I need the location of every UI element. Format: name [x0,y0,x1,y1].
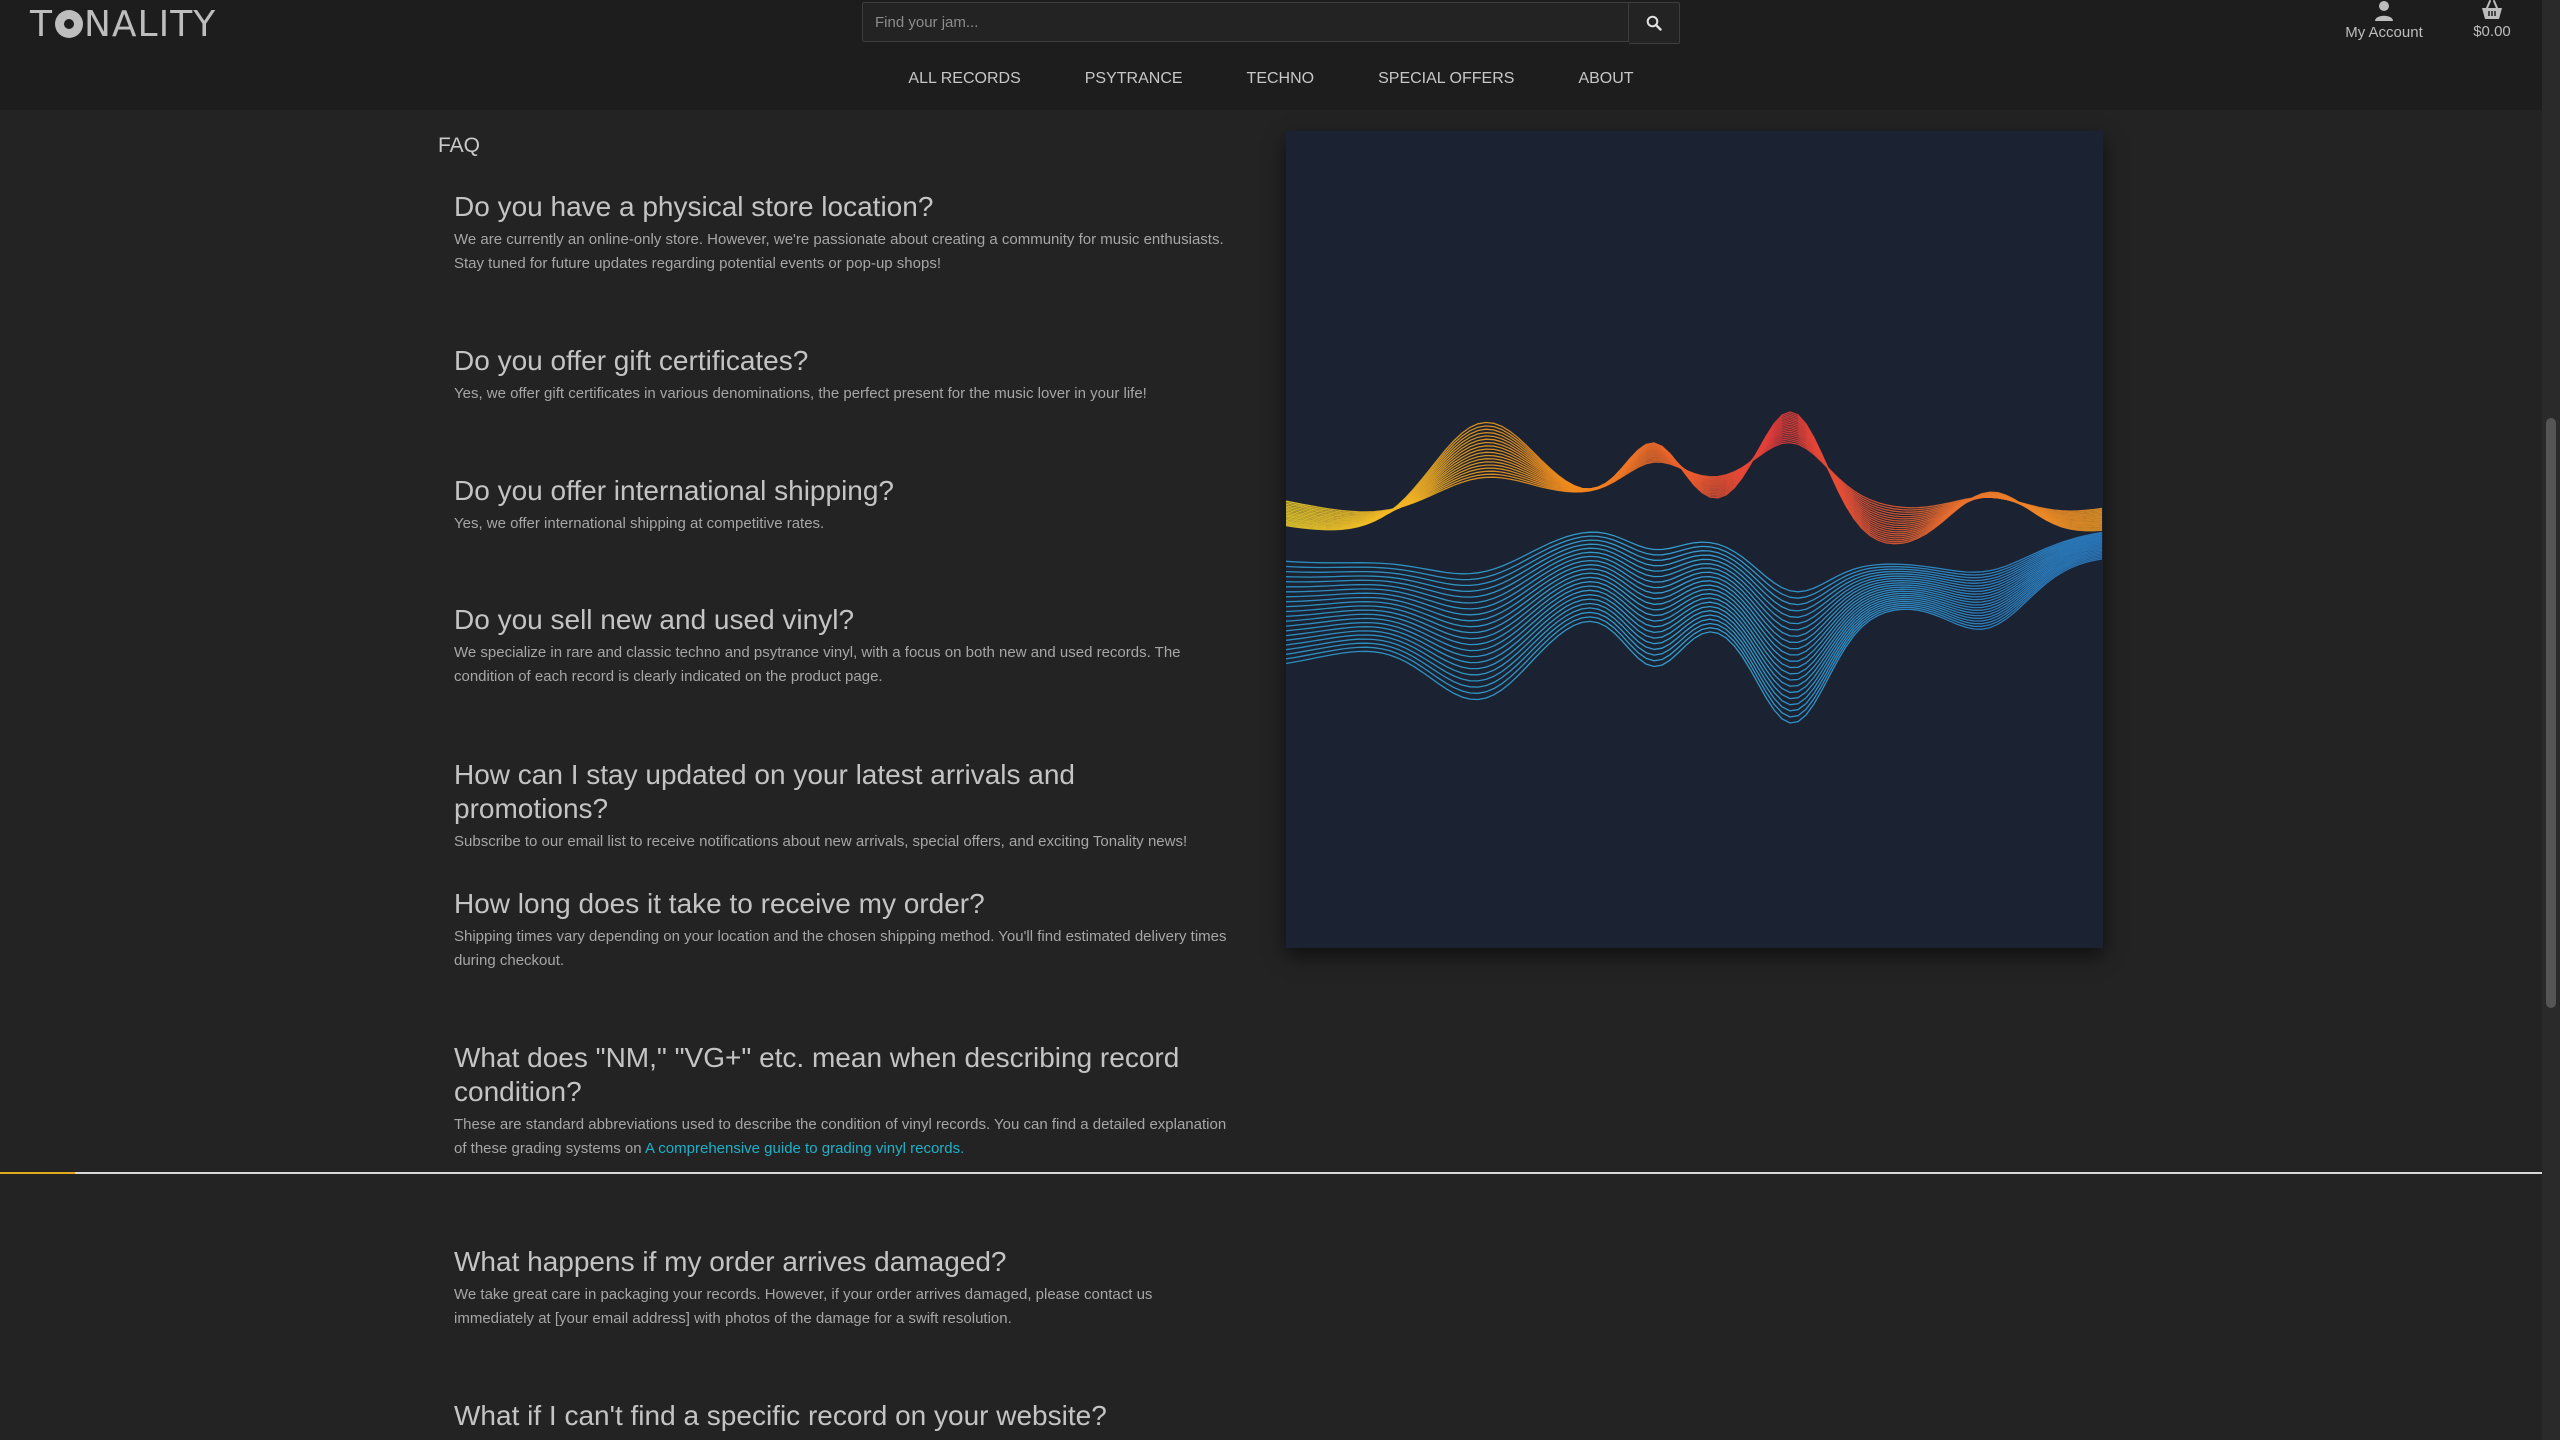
page-title: FAQ [438,134,481,157]
faq-answer: We are currently an online-only store. H… [454,231,1224,272]
nav-psytrance[interactable]: PSYTRANCE [1053,70,1215,94]
faq-item: Do you offer gift certificates? Yes, we … [454,344,1234,474]
faq-answer: Yes, we offer international shipping at … [454,515,825,532]
my-account-link[interactable]: My Account [2334,0,2434,48]
progress-accent [0,1172,75,1174]
faq-item: How long does it take to receive my orde… [454,887,1234,1041]
faq-question: Do you have a physical store location? [454,191,934,222]
nav-techno[interactable]: TECHNO [1215,70,1347,94]
faq-answer: We specialize in rare and classic techno… [454,644,1181,685]
nav-all-records[interactable]: ALL RECORDS [876,70,1052,94]
faq-item: How can I stay updated on your latest ar… [454,758,1234,887]
user-icon [2375,1,2393,21]
wave-line-warm [1285,426,2103,527]
wave-line-cool [1285,548,2103,681]
logo-text-end: NALITY [84,3,217,45]
faq-answer: These are standard abbreviations used to… [454,1113,1234,1161]
faq-question: How can I stay updated on your latest ar… [454,759,1076,824]
search-input[interactable] [862,2,1629,42]
faq-answer: Yes, we offer gift certificates in vario… [454,385,1147,402]
faq-item: What does "NM," "VG+" etc. mean when des… [454,1041,1234,1245]
faq-item: Do you have a physical store location? W… [454,190,1234,344]
faq-list: Do you have a physical store location? W… [454,190,1234,1433]
faq-answer: Shipping times vary depending on your lo… [454,928,1227,969]
vinyl-disc-icon [55,10,83,38]
nav-about[interactable]: ABOUT [1546,70,1665,94]
my-account-label: My Account [2345,24,2423,41]
wave-line-cool [1285,541,2103,650]
cart-link[interactable]: $0.00 [2462,0,2522,48]
site-header: TNALITY My Account $0.00 ALL RECORDS PSY [0,0,2542,110]
search-button[interactable] [1629,2,1680,44]
faq-question: Do you offer gift certificates? [454,345,809,376]
faq-question: Do you sell new and used vinyl? [454,604,855,635]
search-bar [862,2,1680,44]
faq-answer: Subscribe to our email list to receive n… [454,833,1188,850]
overlay-divider [0,1172,2542,1174]
faq-answer: We take great care in packaging your rec… [454,1286,1153,1327]
faq-question: Do you offer international shipping? [454,475,895,506]
faq-question: What does "NM," "VG+" etc. mean when des… [454,1042,1180,1107]
faq-question: How long does it take to receive my orde… [454,888,985,919]
basket-icon [2482,0,2502,19]
sound-wave-image [1285,131,2103,948]
search-icon [1646,15,1662,31]
logo[interactable]: T NALITY [30,2,216,46]
faq-question: What happens if my order arrives damaged… [454,1246,1007,1277]
scrollbar-thumb[interactable] [2546,418,2556,1008]
cart-total: $0.00 [2473,23,2511,40]
wave-line-cool [1285,556,2103,718]
wave-line-warm [1285,428,2103,524]
faq-item: Do you offer international shipping? Yes… [454,474,1234,603]
faq-question: What if I can't find a specific record o… [454,1400,1107,1431]
faq-item: What happens if my order arrives damaged… [454,1245,1234,1399]
grading-guide-link[interactable]: A comprehensive guide to grading vinyl r… [645,1140,964,1157]
main-nav: ALL RECORDS PSYTRANCE TECHNO SPECIAL OFF… [0,70,2542,94]
faq-item: Do you sell new and used vinyl? We speci… [454,603,1234,758]
sound-wave-graphic [1285,411,2103,724]
faq-item: What if I can't find a specific record o… [454,1399,1234,1433]
nav-special-offers[interactable]: SPECIAL OFFERS [1346,70,1546,94]
logo-text-start: T [30,3,53,45]
